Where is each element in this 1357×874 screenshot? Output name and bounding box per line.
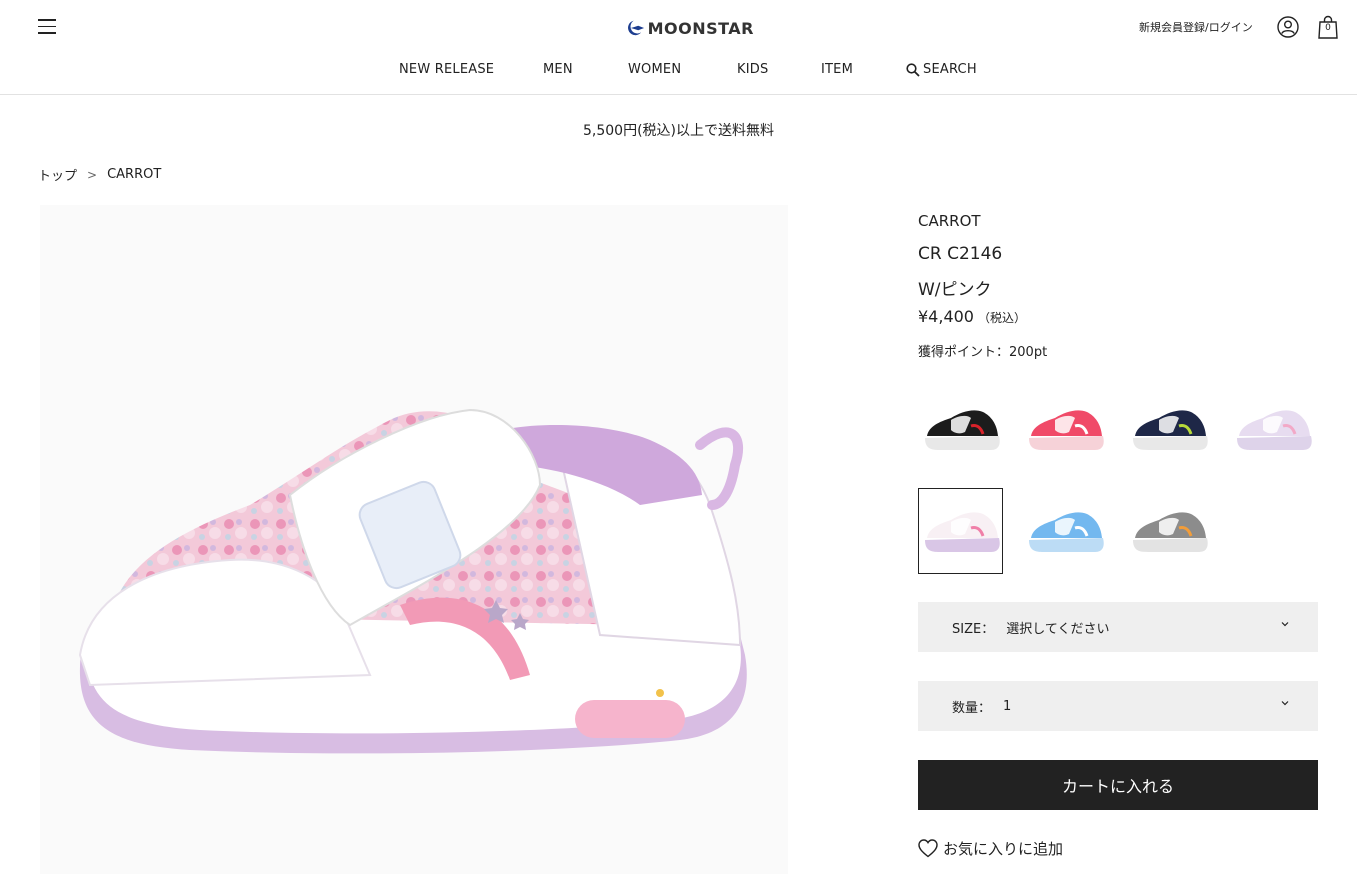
tax-included-note: （税込）: [977, 311, 1026, 325]
sneaker-thumbnail-icon: [1132, 410, 1208, 450]
breadcrumb-current: CARROT: [107, 167, 162, 182]
size-select[interactable]: SIZE： 選択してください: [918, 602, 1318, 652]
menu-icon[interactable]: [38, 19, 56, 35]
logo-text: moonstar: [647, 18, 754, 38]
breadcrumb-home-link[interactable]: トップ: [38, 165, 77, 184]
color-swatch-navy[interactable]: [1126, 386, 1211, 472]
pink-white-kids-sneaker-image: [78, 408, 747, 754]
product-price-row: ¥4,400 （税込）: [918, 307, 1026, 326]
breadcrumb: トップ > CARROT: [38, 165, 161, 184]
site-header: moonstar 新規会員登録/ログイン 0 NEW RELEASE MEN W…: [0, 0, 1357, 95]
nav-new-release[interactable]: NEW RELEASE: [399, 62, 494, 77]
sneaker-thumbnail-icon: [924, 410, 1000, 450]
product-price: ¥4,400: [918, 307, 974, 326]
nav-men[interactable]: MEN: [543, 62, 573, 77]
color-swatch-sax-blue[interactable]: [1022, 488, 1107, 574]
size-select-label: SIZE：: [952, 621, 995, 637]
color-swatch-white-pink[interactable]: [918, 488, 1003, 574]
product-brand: CARROT: [918, 212, 981, 230]
product-model: CR C2146: [918, 244, 1003, 264]
heart-icon: [918, 839, 938, 858]
breadcrumb-separator: >: [87, 167, 98, 182]
nav-women[interactable]: WOMEN: [628, 62, 681, 77]
quantity-select[interactable]: 数量： 1: [918, 681, 1318, 731]
color-swatch-lavender[interactable]: [1230, 386, 1315, 472]
moonstar-logo-mark-icon: [628, 20, 645, 36]
search-icon: [906, 62, 920, 77]
quantity-select-label: 数量：: [952, 700, 992, 716]
color-swatch-red-pink[interactable]: [1022, 386, 1107, 472]
cart-count-badge: 0: [1325, 23, 1331, 33]
nav-search-label: SEARCH: [923, 62, 977, 77]
nav-item[interactable]: ITEM: [821, 62, 853, 77]
register-login-link[interactable]: 新規会員登録/ログイン: [1139, 19, 1253, 35]
product-color-name: W/ピンク: [918, 280, 992, 300]
chevron-down-icon: [1281, 622, 1289, 627]
add-to-cart-button[interactable]: カートに入れる: [918, 760, 1318, 810]
reward-points: 獲得ポイント：200pt: [918, 345, 1048, 360]
moonstar-logo[interactable]: moonstar: [622, 14, 754, 42]
quantity-select-value: 1: [1003, 698, 1012, 714]
shopping-bag-button[interactable]: 0: [1317, 15, 1339, 39]
sneaker-thumbnail-icon: [1236, 410, 1312, 450]
sneaker-thumbnail-icon: [924, 512, 1000, 552]
color-swatch-gray[interactable]: [1126, 488, 1211, 574]
free-shipping-notice: 5,500円(税込)以上で送料無料: [582, 123, 774, 139]
main-nav: NEW RELEASE MEN WOMEN KIDS ITEM SEARCH: [0, 62, 1357, 80]
favorite-label: お気に入りに追加: [943, 840, 1064, 858]
add-to-favorites-link[interactable]: お気に入りに追加: [918, 838, 1063, 859]
sneaker-thumbnail-icon: [1132, 512, 1208, 552]
sneaker-thumbnail-icon: [1028, 410, 1104, 450]
nav-search[interactable]: SEARCH: [906, 62, 977, 77]
color-swatch-black[interactable]: [918, 386, 1003, 472]
sneaker-thumbnail-icon: [1028, 512, 1104, 552]
product-main-image[interactable]: [40, 205, 788, 874]
nav-kids[interactable]: KIDS: [737, 62, 768, 77]
chevron-down-icon: [1281, 701, 1289, 706]
user-account-icon[interactable]: [1277, 16, 1299, 38]
size-select-value: 選択してください: [1006, 621, 1110, 637]
